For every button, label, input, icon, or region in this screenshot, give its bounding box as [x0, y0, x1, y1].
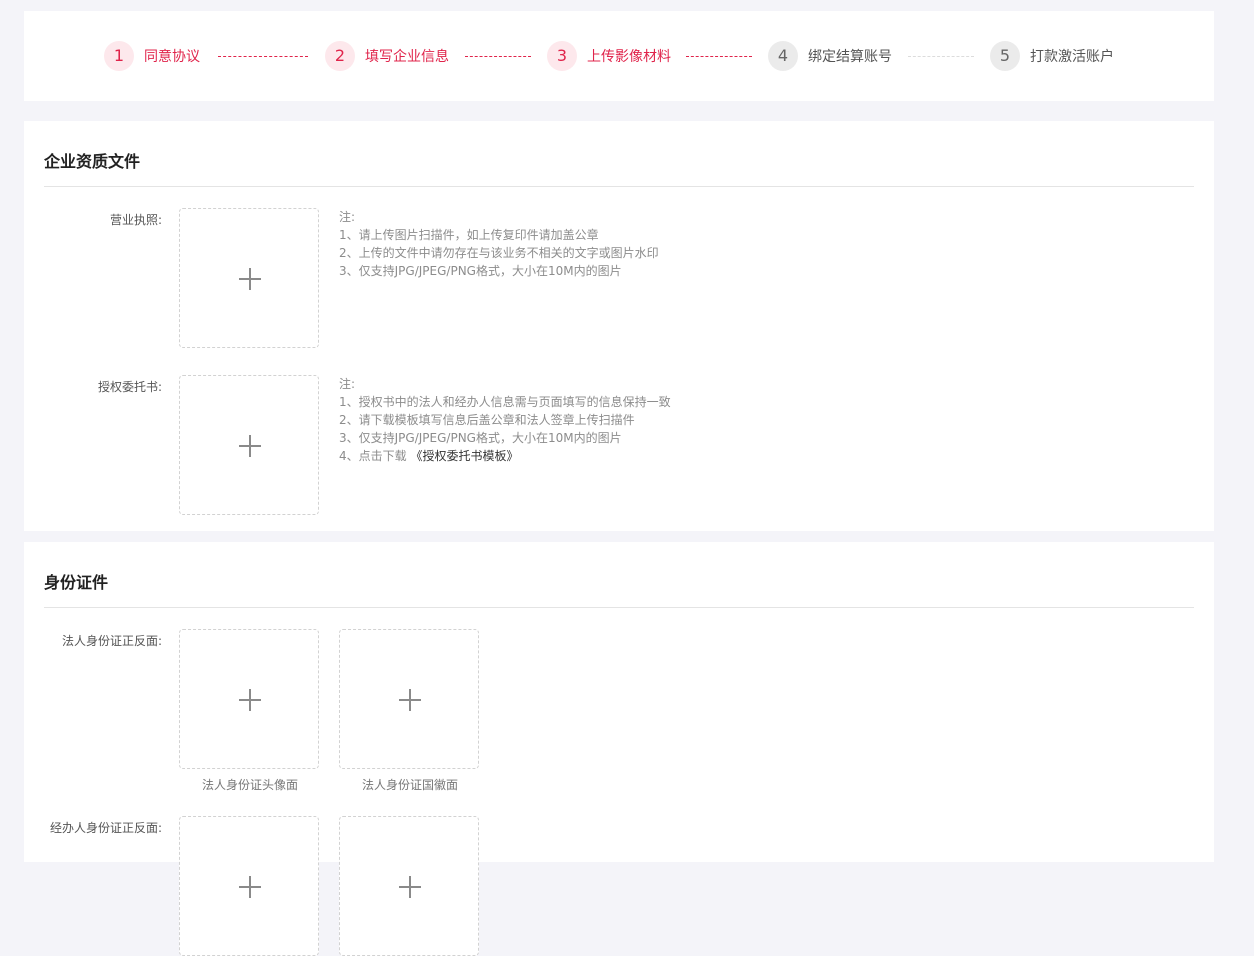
section-title: 身份证件 — [44, 573, 109, 592]
step-number: 1 — [104, 41, 134, 71]
step-label: 同意协议 — [144, 49, 200, 65]
step-number: 4 — [768, 41, 798, 71]
legal-rep-id-label: 法人身份证正反面: — [61, 634, 162, 648]
authorization-notes: 注: 1、授权书中的法人和经办人信息需与页面填写的信息保持一致 2、请下载模板填… — [339, 375, 671, 465]
note-line: 注: — [339, 377, 356, 391]
step-connector — [218, 56, 308, 57]
step-connector — [686, 56, 752, 57]
plus-icon — [399, 689, 421, 711]
agent-id-front-upload[interactable] — [179, 816, 319, 956]
step-upload-materials: 3 上传影像材料 — [547, 41, 671, 71]
plus-icon — [239, 876, 261, 898]
step-number: 2 — [325, 41, 355, 71]
note-line: 注: — [339, 210, 356, 224]
step-label: 打款激活账户 — [1030, 49, 1114, 65]
divider — [44, 607, 1194, 608]
authorization-label: 授权委托书: — [97, 380, 162, 394]
divider — [44, 186, 1194, 187]
step-label: 填写企业信息 — [365, 49, 449, 65]
plus-icon — [239, 435, 261, 457]
business-license-upload[interactable] — [179, 208, 319, 348]
qualification-section: 企业资质文件 营业执照: 注: 1、请上传图片扫描件，如上传复印件请加盖公章 2… — [24, 121, 1214, 531]
agent-id-label: 经办人身份证正反面: — [49, 821, 162, 835]
step-activate-account: 5 打款激活账户 — [990, 41, 1114, 71]
plus-icon — [399, 876, 421, 898]
note-line: 1、请上传图片扫描件，如上传复印件请加盖公章 — [339, 228, 599, 242]
note-line: 1、授权书中的法人和经办人信息需与页面填写的信息保持一致 — [339, 395, 671, 409]
business-license-label: 营业执照: — [109, 213, 162, 227]
step-number: 5 — [990, 41, 1020, 71]
legal-rep-id-front-upload[interactable] — [179, 629, 319, 769]
step-fill-company-info: 2 填写企业信息 — [325, 41, 449, 71]
note-line: 4、点击下载 《授权委托书模板》 — [339, 447, 671, 465]
step-connector — [908, 56, 974, 57]
step-label: 上传影像材料 — [587, 49, 671, 65]
note-line: 2、上传的文件中请勿存在与该业务不相关的文字或图片水印 — [339, 246, 659, 260]
note-line: 2、请下载模板填写信息后盖公章和法人签章上传扫描件 — [339, 413, 635, 427]
legal-rep-id-front-caption: 法人身份证头像面 — [201, 778, 298, 792]
business-license-notes: 注: 1、请上传图片扫描件，如上传复印件请加盖公章 2、上传的文件中请勿存在与该… — [339, 208, 659, 280]
step-number: 3 — [547, 41, 577, 71]
agent-id-back-upload[interactable] — [339, 816, 479, 956]
legal-rep-id-back-upload[interactable] — [339, 629, 479, 769]
plus-icon — [239, 689, 261, 711]
plus-icon — [239, 268, 261, 290]
section-title: 企业资质文件 — [44, 152, 141, 171]
authorization-upload[interactable] — [179, 375, 319, 515]
note-prefix: 4、点击下载 — [339, 449, 407, 463]
legal-rep-id-back-caption: 法人身份证国徽面 — [361, 778, 458, 792]
step-agree-protocol: 1 同意协议 — [104, 41, 200, 71]
step-label: 绑定结算账号 — [808, 49, 892, 65]
step-bind-account: 4 绑定结算账号 — [768, 41, 892, 71]
step-connector — [465, 56, 531, 57]
note-line: 3、仅支持JPG/JPEG/PNG格式，大小在10M内的图片 — [339, 431, 622, 445]
template-download-link[interactable]: 《授权委托书模板》 — [410, 449, 518, 463]
note-line: 3、仅支持JPG/JPEG/PNG格式，大小在10M内的图片 — [339, 264, 622, 278]
identity-section: 身份证件 法人身份证正反面: 法人身份证头像面 法人身份证国徽面 经办人身份证正… — [24, 542, 1214, 956]
progress-steps: 1 同意协议 2 填写企业信息 3 上传影像材料 4 绑定结算账号 5 打款激活… — [24, 11, 1214, 101]
